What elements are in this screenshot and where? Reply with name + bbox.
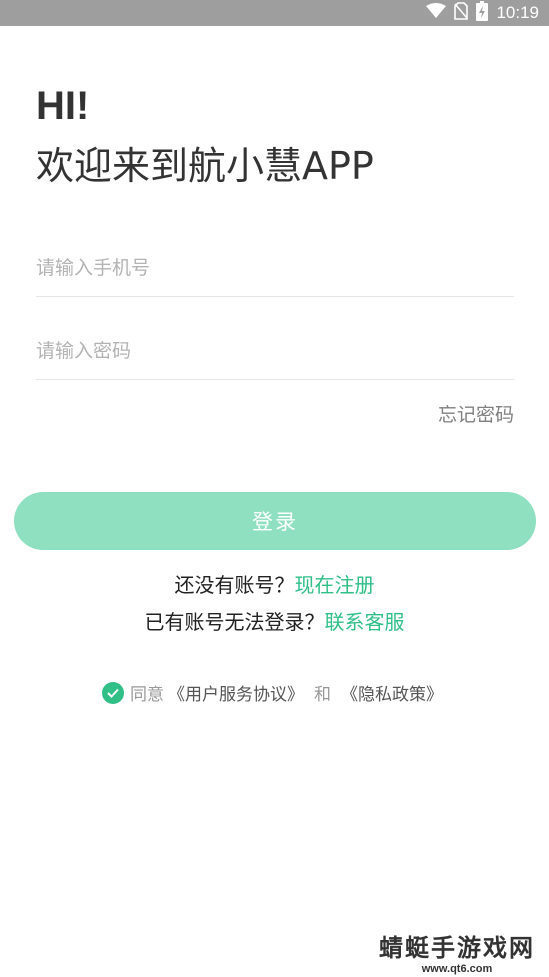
wifi-icon <box>426 3 447 23</box>
contact-support-link[interactable]: 联系客服 <box>325 610 405 634</box>
password-input[interactable] <box>36 323 514 379</box>
agreement-conjunction: 和 <box>314 685 331 705</box>
login-button[interactable]: 登录 <box>14 492 536 550</box>
agreement-row: 同意 《用户服务协议》 和 《隐私政策》 <box>0 680 549 705</box>
password-field <box>36 323 514 380</box>
greeting-welcome: 欢迎来到航小慧APP <box>36 144 374 188</box>
support-prompt: 已有账号无法登录？ <box>144 610 325 634</box>
agree-checkbox[interactable] <box>102 681 124 704</box>
register-link[interactable]: 现在注册 <box>295 573 375 597</box>
status-time: 10:19 <box>496 3 539 22</box>
phone-input[interactable] <box>36 240 514 296</box>
support-row: 已有账号无法登录？联系客服 <box>0 606 549 635</box>
register-row: 还没有账号？现在注册 <box>0 569 549 598</box>
site-watermark: 蜻蜓手游戏网 www.qt6.com <box>379 928 535 975</box>
greeting-heading: HI! 欢迎来到航小慧APP <box>36 82 374 194</box>
phone-field <box>36 240 514 297</box>
user-agreement-link[interactable]: 《用户服务协议》 <box>168 680 304 705</box>
battery-charging-icon <box>476 1 489 25</box>
forgot-password-link[interactable]: 忘记密码 <box>438 400 514 427</box>
privacy-policy-link[interactable]: 《隐私政策》 <box>341 680 443 705</box>
no-sim-icon <box>454 2 469 24</box>
watermark-url: www.qt6.com <box>421 963 493 975</box>
register-prompt: 还没有账号？ <box>174 573 295 597</box>
status-icons: 10:19 <box>426 0 539 26</box>
greeting-hi: HI! <box>36 84 90 128</box>
agree-prefix: 同意 <box>130 685 164 705</box>
watermark-title: 蜻蜓手游戏网 <box>379 934 535 962</box>
check-icon <box>107 688 119 698</box>
status-bar: 10:19 <box>0 0 549 26</box>
